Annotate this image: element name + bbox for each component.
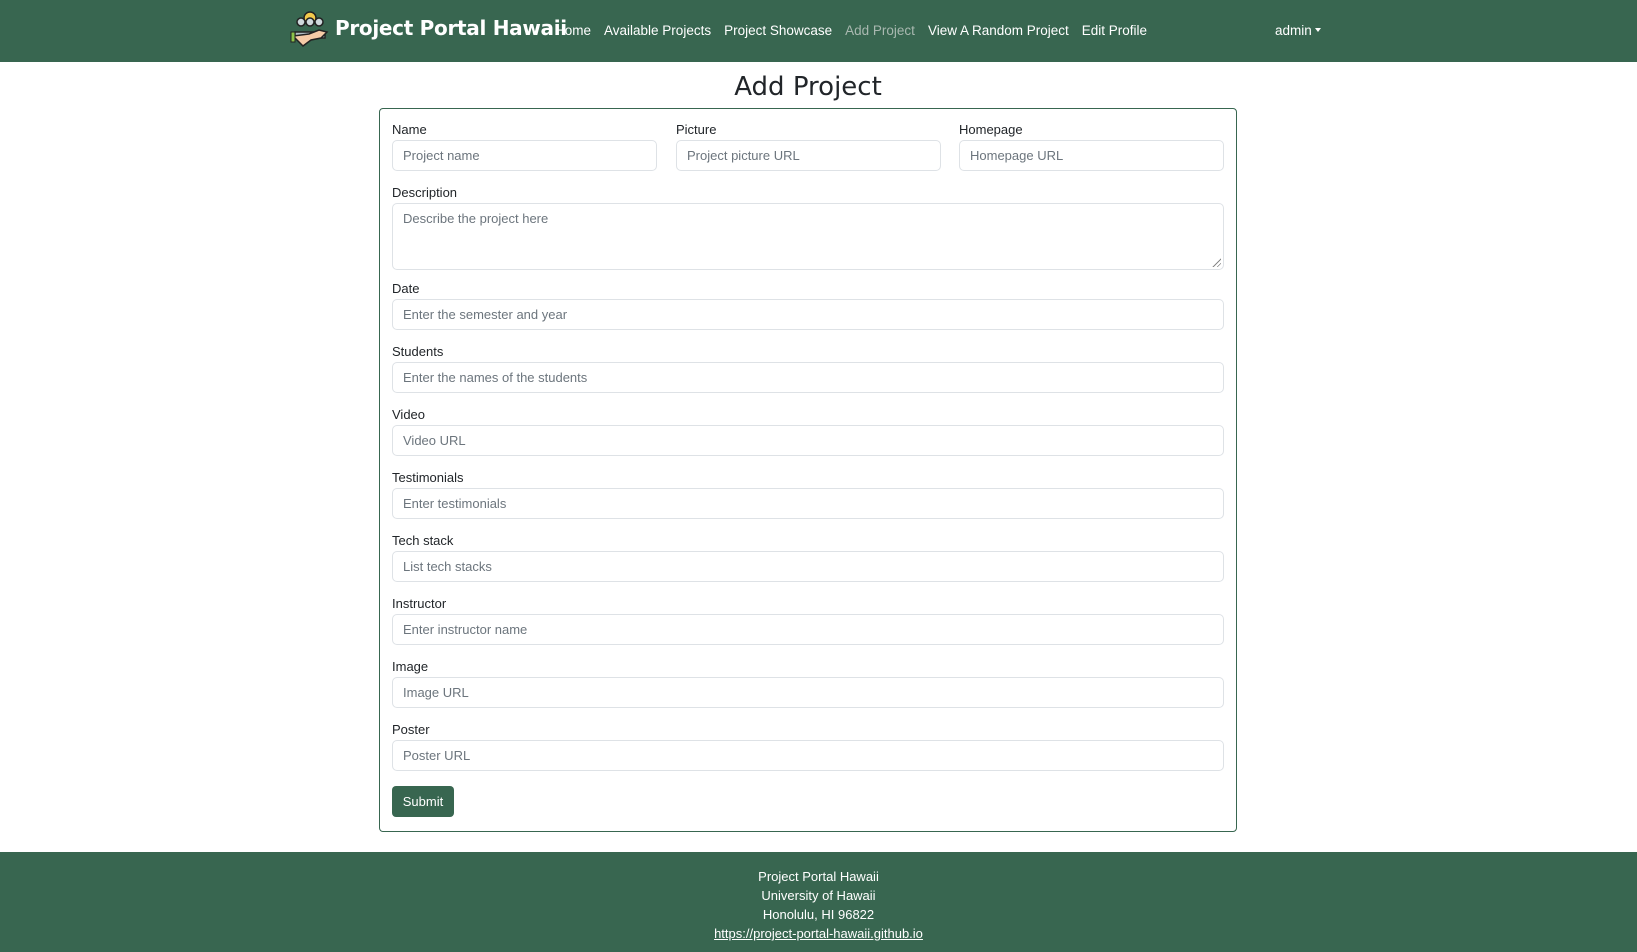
picture-label: Picture	[676, 122, 717, 137]
instructor-input[interactable]	[392, 614, 1224, 645]
nav-available-projects[interactable]: Available Projects	[604, 23, 711, 38]
navbar: Project Portal Hawaii Home Available Pro…	[0, 0, 1637, 62]
submit-button[interactable]: Submit	[392, 786, 454, 817]
nav-random-project[interactable]: View A Random Project	[928, 23, 1069, 38]
nav-edit-profile[interactable]: Edit Profile	[1082, 23, 1147, 38]
user-dropdown[interactable]: admin	[1275, 23, 1321, 38]
description-input[interactable]	[392, 203, 1224, 270]
field-instructor: Instructor Enter instructor name	[392, 596, 1224, 645]
field-date: Date Enter the semester and year	[392, 281, 1224, 330]
picture-input[interactable]	[676, 140, 941, 171]
page-title: Add Project	[734, 72, 882, 102]
field-homepage: Homepage Homepage URL	[959, 122, 1224, 171]
instructor-label: Instructor	[392, 596, 447, 611]
homepage-label: Homepage	[959, 122, 1023, 137]
footer: Project Portal Hawaii University of Hawa…	[0, 852, 1637, 952]
logo-handshake-icon[interactable]	[289, 10, 331, 50]
description-label: Description	[392, 185, 458, 200]
field-students: Students Enter the names of the students	[392, 344, 1224, 393]
image-label: Image	[392, 659, 429, 674]
brand-title[interactable]: Project Portal Hawaii	[335, 16, 567, 40]
tech-stack-input[interactable]	[392, 551, 1224, 582]
video-input[interactable]	[392, 425, 1224, 456]
field-description: Description Describe the project here	[392, 185, 1224, 270]
testimonials-input[interactable]	[392, 488, 1224, 519]
nav-add-project[interactable]: Add Project	[845, 23, 915, 38]
field-name: Name Project name	[392, 122, 657, 171]
video-label: Video	[392, 407, 426, 422]
footer-university: University of Hawaii	[761, 888, 876, 903]
nav-home[interactable]: Home	[555, 23, 591, 38]
students-label: Students	[392, 344, 444, 359]
testimonials-label: Testimonials	[392, 470, 464, 485]
field-poster: Poster Poster URL	[392, 722, 1224, 771]
date-label: Date	[392, 281, 420, 296]
footer-link[interactable]: https://project-portal-hawaii.github.io	[714, 926, 923, 941]
image-input[interactable]	[392, 677, 1224, 708]
footer-address: Honolulu, HI 96822	[762, 907, 875, 922]
nav-project-showcase[interactable]: Project Showcase	[724, 23, 832, 38]
field-testimonials: Testimonials Enter testimonials	[392, 470, 1224, 519]
poster-input[interactable]	[392, 740, 1224, 771]
date-input[interactable]	[392, 299, 1224, 330]
tech-stack-label: Tech stack	[392, 533, 454, 548]
field-picture: Picture Project picture URL	[676, 122, 941, 171]
field-tech-stack: Tech stack List tech stacks	[392, 533, 1224, 582]
add-project-form: Name Project name Picture Project pictur…	[379, 108, 1237, 832]
nav-links: Home Available Projects Project Showcase…	[555, 23, 1147, 38]
homepage-input[interactable]	[959, 140, 1224, 171]
field-video: Video Video URL	[392, 407, 1224, 456]
footer-name: Project Portal Hawaii	[758, 869, 879, 884]
poster-label: Poster	[392, 722, 430, 737]
students-input[interactable]	[392, 362, 1224, 393]
name-input[interactable]	[392, 140, 657, 171]
field-image: Image Image URL	[392, 659, 1224, 708]
name-label: Name	[392, 122, 427, 137]
